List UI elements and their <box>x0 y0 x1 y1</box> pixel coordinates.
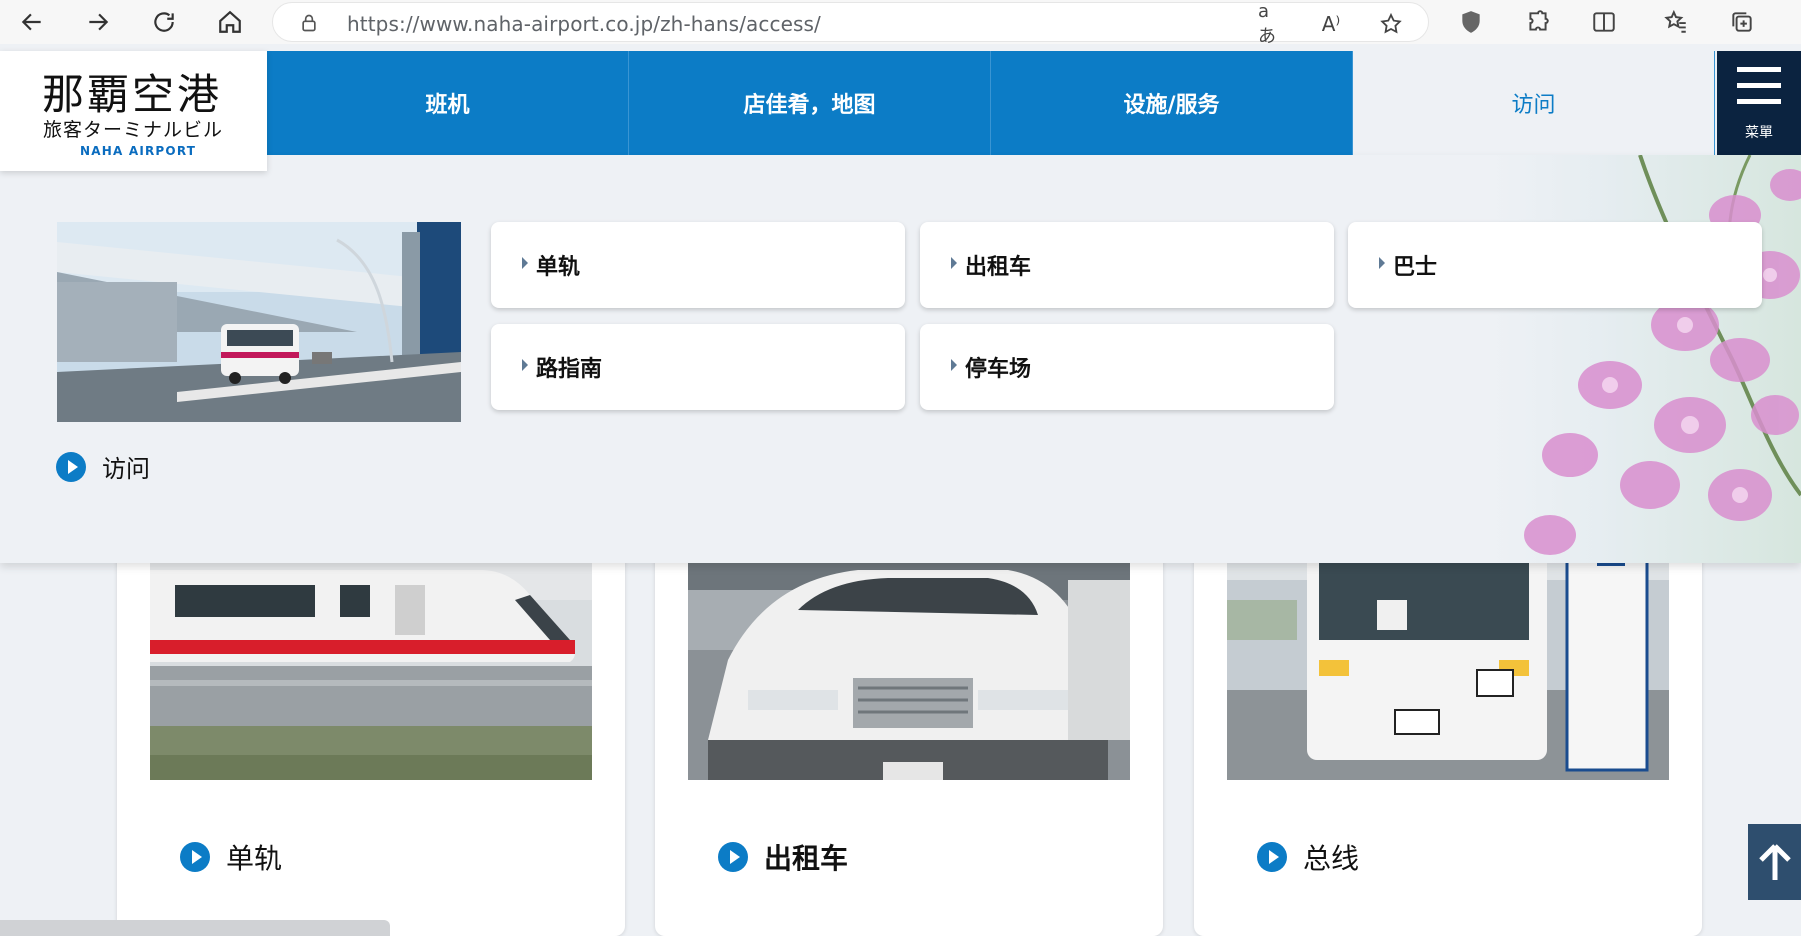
back-icon[interactable] <box>16 6 48 38</box>
nav-item-shops-map[interactable]: 店佳肴，地图 <box>629 51 991 155</box>
back-to-top-button[interactable] <box>1748 824 1801 900</box>
card-link-taxi[interactable]: 出租车 <box>718 837 848 877</box>
caret-right-icon <box>951 359 957 371</box>
shield-icon[interactable] <box>1457 8 1485 36</box>
read-aloud-icon[interactable]: aあ <box>1258 1 1284 47</box>
hamburger-icon-bar <box>1737 83 1781 88</box>
address-bar[interactable]: https://www.naha-airport.co.jp/zh-hans/a… <box>272 1 1429 47</box>
site-logo[interactable]: 那覇空港 旅客ターミナルビル NAHA AIRPORT <box>0 51 267 171</box>
nav-item-facilities[interactable]: 设施/服务 <box>991 51 1353 155</box>
menu-button[interactable]: 菜單 <box>1717 51 1801 155</box>
nav-item-flights[interactable]: 班机 <box>267 51 629 155</box>
home-icon[interactable] <box>214 6 246 38</box>
card-label: 总线 <box>1303 842 1360 875</box>
taxi-photo <box>688 540 1130 780</box>
extensions-icon[interactable] <box>1524 8 1552 36</box>
lock-icon[interactable] <box>299 13 319 33</box>
forward-icon[interactable] <box>82 6 114 38</box>
card-monorail[interactable]: 单轨 <box>117 540 625 936</box>
submenu-label: 巴士 <box>1393 254 1438 280</box>
submenu-parking[interactable]: 停车场 <box>920 324 1334 410</box>
card-link-monorail[interactable]: 单轨 <box>180 837 282 877</box>
arrow-circle-icon <box>56 451 86 482</box>
logo-sub-text: 旅客ターミナルビル <box>43 119 224 141</box>
monorail-photo <box>150 540 592 780</box>
star-icon[interactable] <box>1378 11 1404 37</box>
card-label: 单轨 <box>226 842 283 875</box>
card-label: 出租车 <box>764 842 849 875</box>
caret-right-icon <box>522 257 528 269</box>
arrow-circle-icon <box>180 842 210 872</box>
caret-right-icon <box>1379 257 1385 269</box>
submenu-label: 停车场 <box>965 356 1032 382</box>
browser-toolbar: https://www.naha-airport.co.jp/zh-hans/a… <box>0 0 1801 47</box>
airport-terminal-photo[interactable] <box>57 222 461 422</box>
access-link-label: 访问 <box>102 455 150 483</box>
card-taxi[interactable]: 出租车 <box>655 540 1163 936</box>
card-bus[interactable]: 总线 <box>1194 540 1702 936</box>
card-link-bus[interactable]: 总线 <box>1257 837 1359 877</box>
hamburger-icon-bar <box>1737 99 1781 104</box>
logo-english-text: NAHA AIRPORT <box>80 144 197 158</box>
arrow-circle-icon <box>1257 842 1287 872</box>
caret-right-icon <box>522 359 528 371</box>
logo-main-text: 那覇空港 <box>42 70 223 119</box>
submenu-taxi[interactable]: 出租车 <box>920 222 1334 308</box>
submenu-label: 单轨 <box>536 254 581 280</box>
nav-item-access[interactable]: 访问 <box>1353 51 1715 155</box>
split-screen-icon[interactable] <box>1590 8 1618 36</box>
collections-icon[interactable] <box>1728 8 1756 36</box>
arrow-up-icon <box>1758 844 1791 880</box>
submenu-bus[interactable]: 巴士 <box>1348 222 1762 308</box>
url-text[interactable]: https://www.naha-airport.co.jp/zh-hans/a… <box>347 12 821 36</box>
submenu-label: 出租车 <box>965 254 1032 280</box>
submenu-label: 路指南 <box>536 356 603 382</box>
hamburger-icon <box>1737 67 1781 72</box>
reload-icon[interactable] <box>148 6 180 38</box>
horizontal-scrollbar[interactable] <box>0 920 390 936</box>
caret-right-icon <box>951 257 957 269</box>
aa-icon[interactable]: A⁾ <box>1318 11 1344 37</box>
access-section-link[interactable]: 访问 <box>56 449 150 484</box>
access-mega-menu: 访问 单轨 出租车 巴士 路指南 停车场 <box>0 155 1801 563</box>
main-navigation: 班机 店佳肴，地图 设施/服务 访问 <box>267 51 1715 155</box>
favorites-icon[interactable] <box>1662 8 1690 36</box>
arrow-circle-icon <box>718 842 748 872</box>
menu-label: 菜單 <box>1745 125 1773 141</box>
submenu-route-guide[interactable]: 路指南 <box>491 324 905 410</box>
bus-photo <box>1227 540 1669 780</box>
orchid-decoration-image <box>1490 155 1801 563</box>
submenu-monorail[interactable]: 单轨 <box>491 222 905 308</box>
